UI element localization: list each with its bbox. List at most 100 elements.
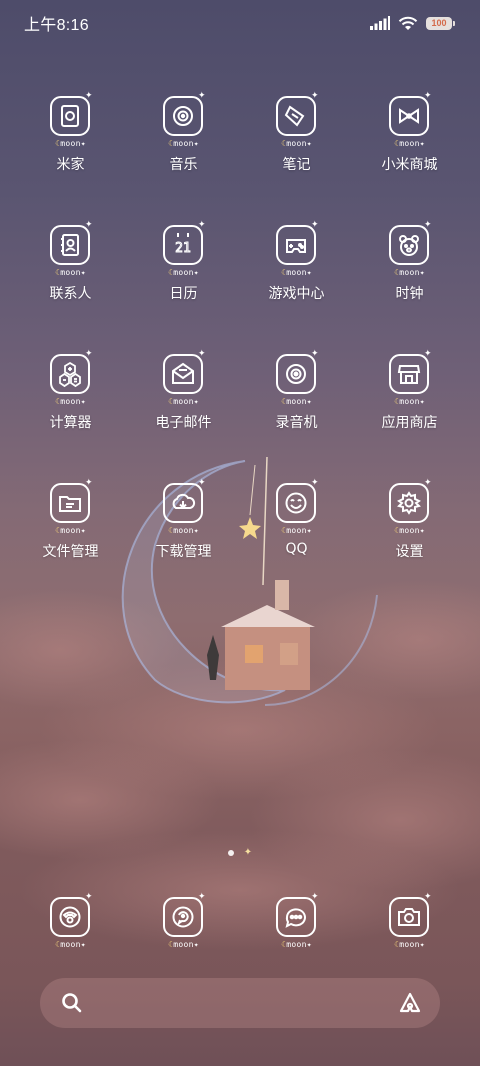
app-calculator[interactable]: ✦ ☾moon✦ 计算器	[14, 350, 127, 479]
app-mijia[interactable]: ✦ ☾moon✦ 米家	[14, 92, 127, 221]
moon-tag: ☾moon✦	[55, 139, 86, 148]
shop-icon	[388, 96, 429, 136]
email-icon	[162, 354, 203, 394]
app-store-icon	[388, 354, 429, 394]
app-icon-frame: ✦ ☾moon✦	[382, 350, 438, 410]
app-icon-frame: ✦ ☾moon✦	[156, 893, 212, 953]
app-download-manager[interactable]: ✦ ☾moon✦ 下载管理	[127, 479, 240, 608]
app-label: 音乐	[169, 157, 198, 173]
app-mi-store[interactable]: ✦ ☾moon✦ 小米商城	[353, 92, 466, 221]
dock-chat[interactable]: ✦ ☾moon✦	[240, 893, 353, 953]
app-icon-frame: ✦ ☾moon✦	[43, 92, 99, 152]
page-dot-current[interactable]	[227, 850, 234, 856]
status-bar: 上午8:16 100	[0, 0, 480, 46]
settings-icon	[388, 483, 429, 523]
app-label: 日历	[169, 286, 198, 302]
recorder-icon	[275, 354, 316, 394]
app-app-store[interactable]: ✦ ☾moon✦ 应用商店	[353, 350, 466, 479]
app-game-center[interactable]: ✦ ☾moon✦ 游戏中心	[240, 221, 353, 350]
search-bar[interactable]	[40, 978, 440, 1028]
app-label: 时钟	[395, 286, 424, 302]
messages-icon	[162, 897, 203, 937]
app-icon-frame: ✦ ☾moon✦	[156, 479, 212, 539]
calendar-day: 21	[175, 241, 191, 256]
contacts-icon	[49, 225, 90, 265]
moon-tag: ☾moon✦	[168, 397, 199, 406]
app-recorder[interactable]: ✦ ☾moon✦ 录音机	[240, 350, 353, 479]
app-icon-frame: ✦ ☾moon✦	[382, 221, 438, 281]
page-indicator: ✦	[0, 848, 480, 858]
app-label: QQ	[285, 541, 308, 557]
app-label: 下载管理	[155, 544, 212, 560]
app-qq[interactable]: ✦ ☾moon✦ QQ	[240, 479, 353, 608]
app-file-manager[interactable]: ✦ ☾moon✦ 文件管理	[14, 479, 127, 608]
app-grid: ✦ ☾moon✦ 米家 ✦ ☾moon✦ 音乐 ✦ ☾moon✦ 笔记 ✦ ☾m…	[14, 92, 466, 608]
app-icon-frame: ✦ ☾moon✦	[382, 479, 438, 539]
moon-tag: ☾moon✦	[394, 526, 425, 535]
app-contacts[interactable]: ✦ ☾moon✦ 联系人	[14, 221, 127, 350]
phone-icon	[49, 897, 90, 937]
calculator-icon	[49, 354, 90, 394]
app-notes[interactable]: ✦ ☾moon✦ 笔记	[240, 92, 353, 221]
app-icon-frame: ✦ ☾moon✦	[269, 221, 325, 281]
wifi-icon	[398, 16, 418, 30]
moon-tag: ☾moon✦	[281, 268, 312, 277]
app-music[interactable]: ✦ ☾moon✦ 音乐	[127, 92, 240, 221]
mijia-icon	[49, 96, 90, 136]
calendar-icon: 21	[162, 225, 203, 265]
app-settings[interactable]: ✦ ☾moon✦ 设置	[353, 479, 466, 608]
clock-icon	[388, 225, 429, 265]
app-icon-frame: ✦ ☾moon✦	[382, 893, 438, 953]
moon-tag: ☾moon✦	[55, 526, 86, 535]
dock-camera[interactable]: ✦ ☾moon✦	[353, 893, 466, 953]
app-label: 录音机	[275, 415, 318, 431]
moon-tag: ☾moon✦	[168, 526, 199, 535]
app-label: 笔记	[282, 157, 311, 173]
app-email[interactable]: ✦ ☾moon✦ 电子邮件	[127, 350, 240, 479]
dock: ✦ ☾moon✦ ✦ ☾moon✦ ✦ ☾moon✦ ✦ ☾moon✦	[14, 893, 466, 953]
dock-messages[interactable]: ✦ ☾moon✦	[127, 893, 240, 953]
chat-icon	[275, 897, 316, 937]
app-label: 联系人	[49, 286, 92, 302]
moon-tag: ☾moon✦	[55, 940, 86, 949]
app-clock[interactable]: ✦ ☾moon✦ 时钟	[353, 221, 466, 350]
app-icon-frame: ✦ ☾moon✦	[43, 221, 99, 281]
app-icon-frame: ✦ ☾moon✦	[269, 92, 325, 152]
moon-tag: ☾moon✦	[281, 397, 312, 406]
files-icon	[49, 483, 90, 523]
signal-icon	[370, 16, 390, 30]
moon-tag: ☾moon✦	[394, 397, 425, 406]
app-label: 小米商城	[381, 157, 438, 173]
battery-level: 100	[431, 18, 447, 28]
app-icon-frame: ✦ ☾moon✦	[269, 893, 325, 953]
moon-tag: ☾moon✦	[168, 268, 199, 277]
app-label: 米家	[56, 157, 85, 173]
qq-icon	[275, 483, 316, 523]
dock-phone[interactable]: ✦ ☾moon✦	[14, 893, 127, 953]
assistant-icon[interactable]	[398, 991, 422, 1015]
moon-tag: ☾moon✦	[394, 268, 425, 277]
moon-tag: ☾moon✦	[55, 397, 86, 406]
page-dot-star-icon[interactable]: ✦	[244, 848, 252, 858]
app-icon-frame: ✦ 21 ☾moon✦	[156, 221, 212, 281]
app-label: 电子邮件	[155, 415, 212, 431]
status-icons: 100	[370, 16, 455, 31]
notes-icon	[275, 96, 316, 136]
app-label: 游戏中心	[268, 286, 325, 302]
app-icon-frame: ✦ ☾moon✦	[269, 479, 325, 539]
app-icon-frame: ✦ ☾moon✦	[43, 350, 99, 410]
search-icon[interactable]	[60, 991, 84, 1015]
game-icon	[275, 225, 316, 265]
moon-tag: ☾moon✦	[281, 139, 312, 148]
app-icon-frame: ✦ ☾moon✦	[43, 479, 99, 539]
app-icon-frame: ✦ ☾moon✦	[156, 350, 212, 410]
moon-tag: ☾moon✦	[394, 940, 425, 949]
moon-tag: ☾moon✦	[55, 268, 86, 277]
moon-tag: ☾moon✦	[168, 139, 199, 148]
app-label: 文件管理	[42, 544, 99, 560]
app-calendar[interactable]: ✦ 21 ☾moon✦ 日历	[127, 221, 240, 350]
download-icon	[162, 483, 203, 523]
moon-tag: ☾moon✦	[281, 526, 312, 535]
camera-icon	[388, 897, 429, 937]
battery-icon: 100	[426, 16, 455, 30]
